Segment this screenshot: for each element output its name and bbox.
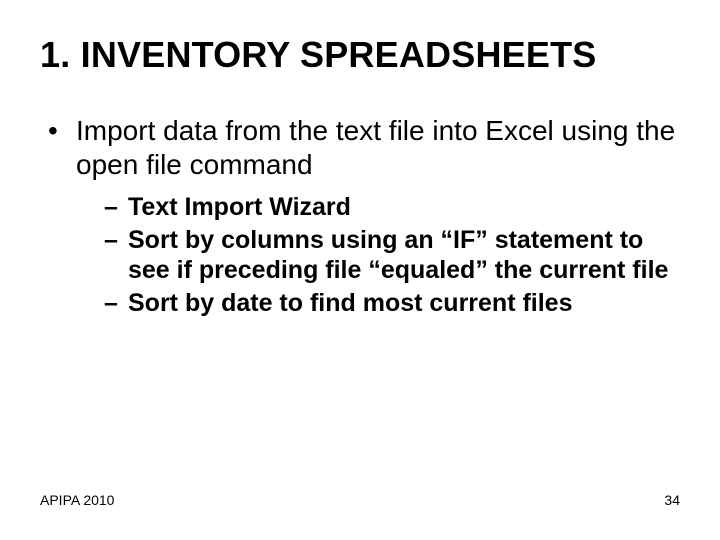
slide-title: 1. INVENTORY SPREADSHEETS bbox=[40, 34, 680, 76]
sub-bullet-list: Text Import Wizard Sort by columns using… bbox=[76, 192, 680, 318]
footer-left: APIPA 2010 bbox=[40, 492, 114, 508]
bullet-item: Import data from the text file into Exce… bbox=[48, 114, 680, 318]
slide-footer: APIPA 2010 34 bbox=[40, 492, 680, 508]
sub-bullet-item: Sort by columns using an “IF” statement … bbox=[104, 225, 680, 286]
sub-bullet-item: Text Import Wizard bbox=[104, 192, 680, 223]
footer-page-number: 34 bbox=[664, 492, 680, 508]
main-bullet-list: Import data from the text file into Exce… bbox=[40, 114, 680, 318]
sub-bullet-item: Sort by date to find most current files bbox=[104, 288, 680, 319]
bullet-text: Import data from the text file into Exce… bbox=[76, 115, 675, 180]
